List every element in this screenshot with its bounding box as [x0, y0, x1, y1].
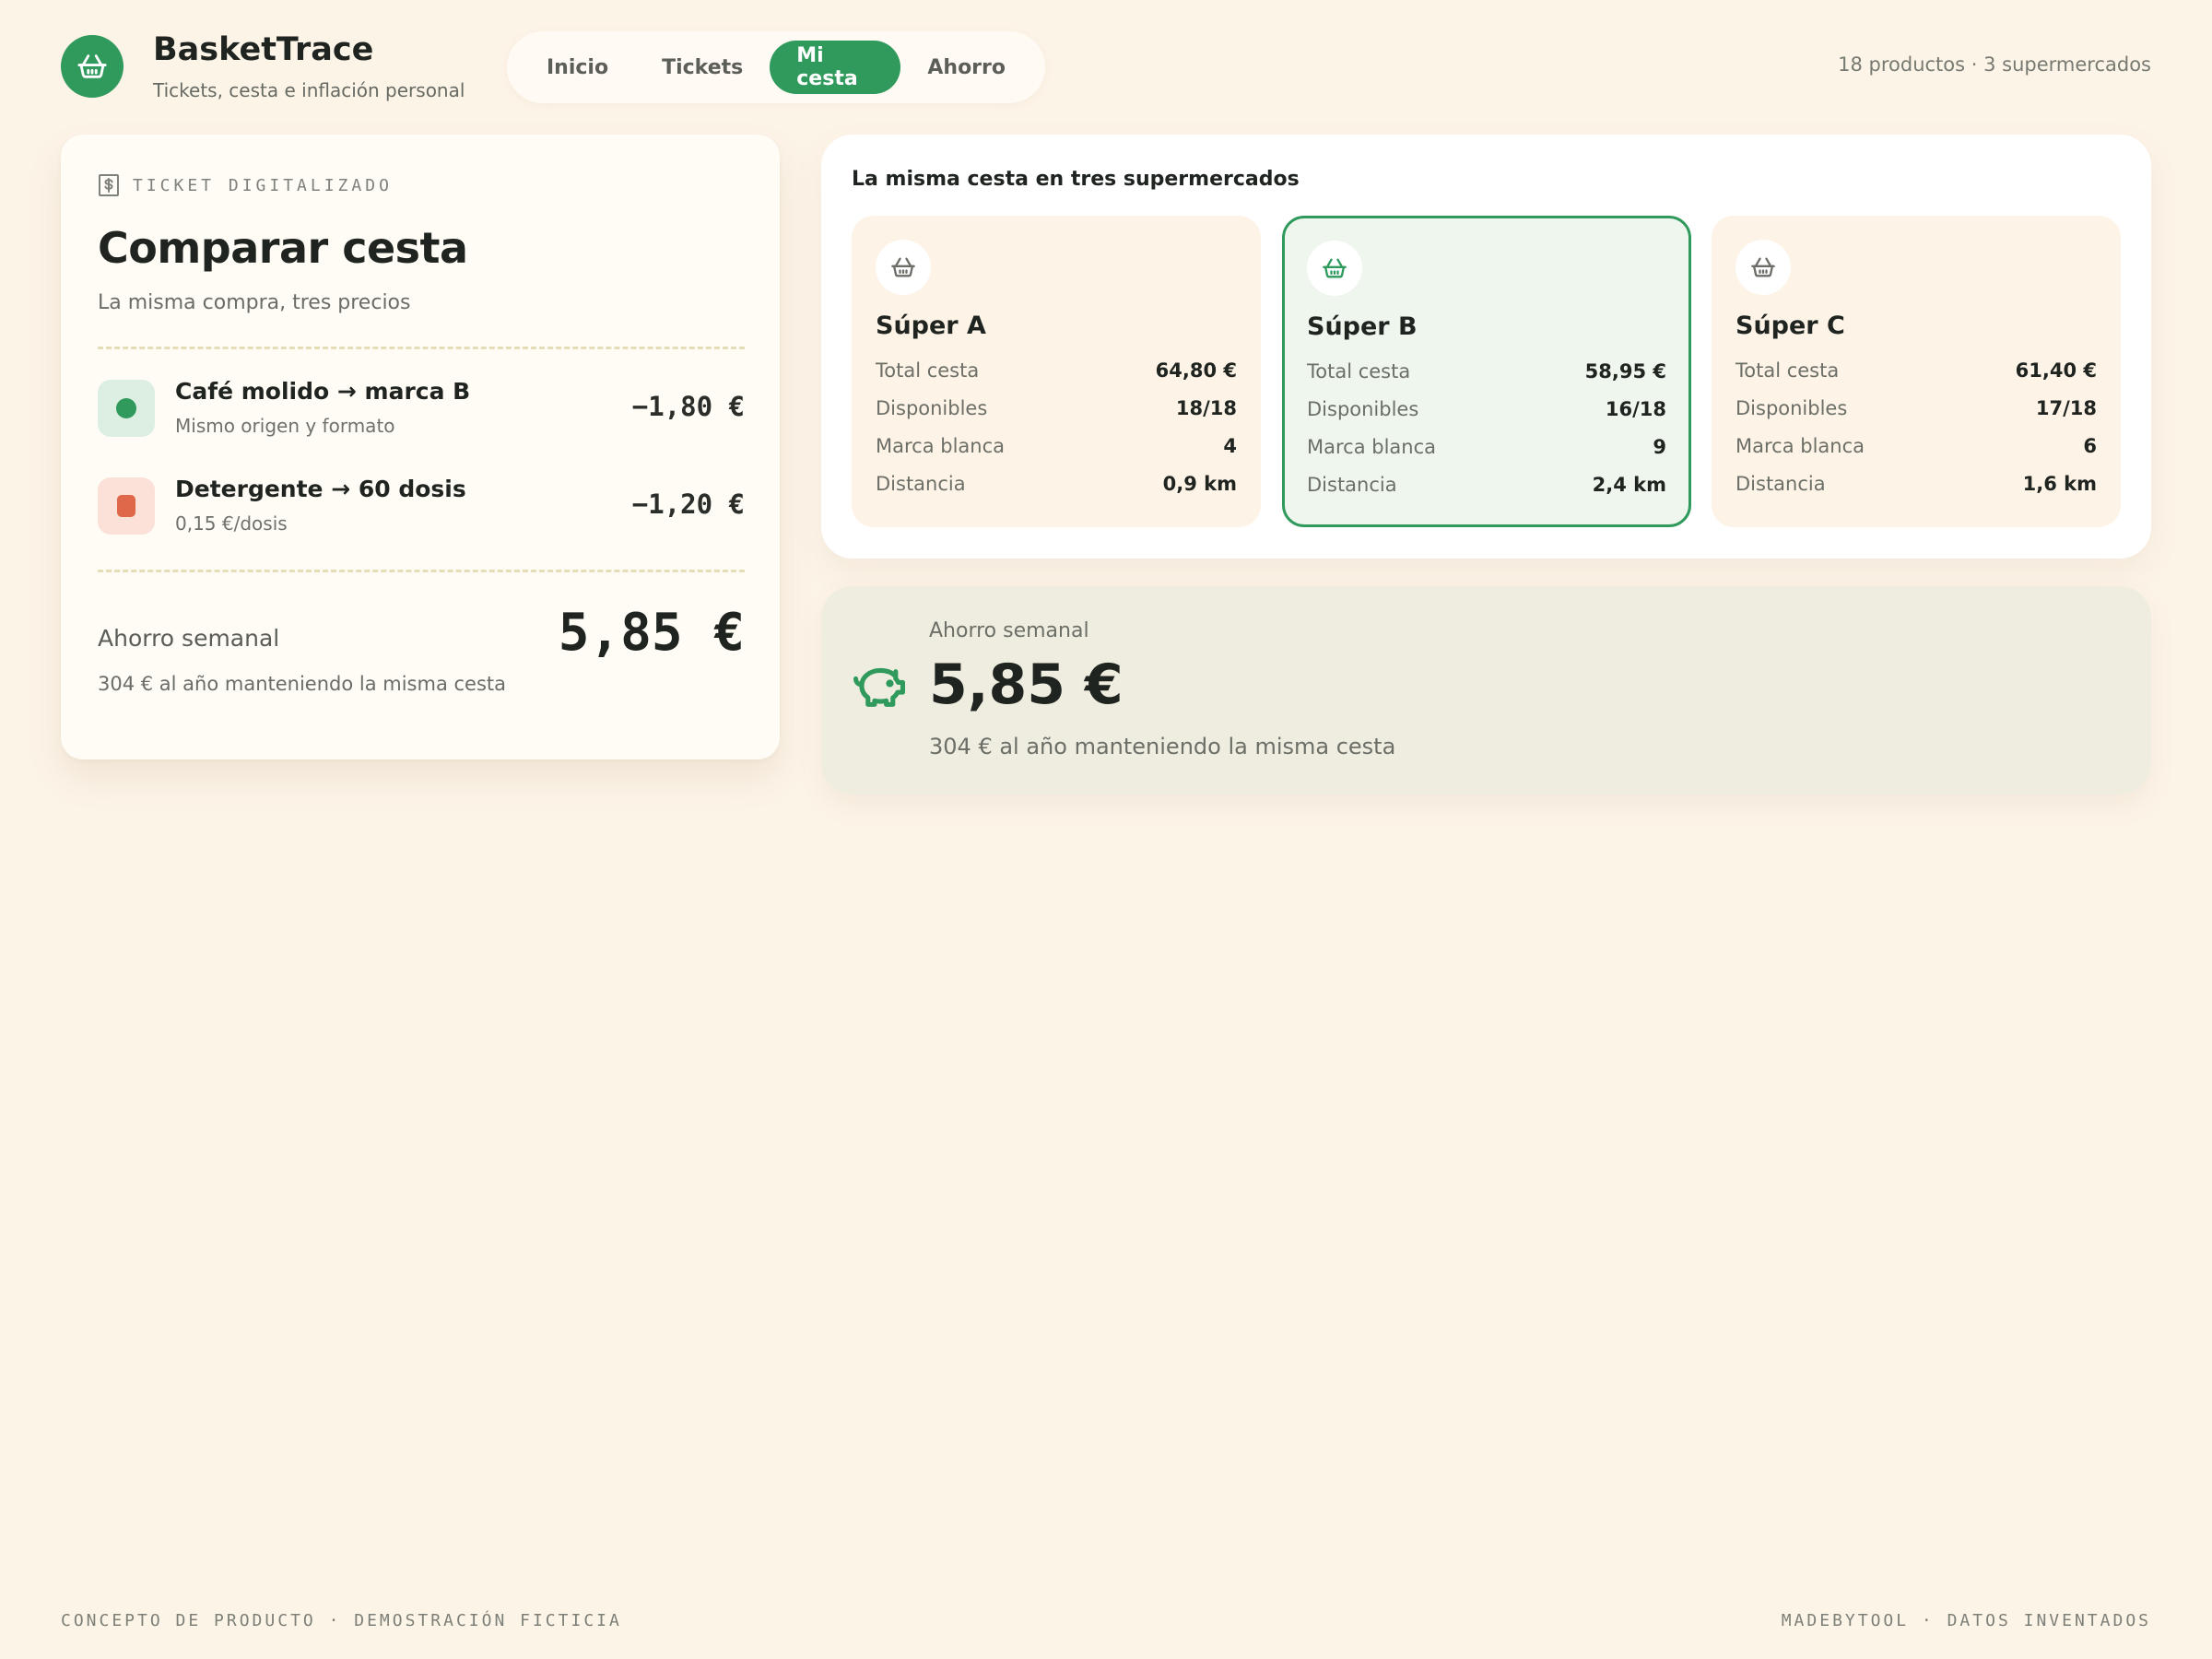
main-nav: Inicio Tickets Mi cesta Ahorro: [507, 31, 1045, 103]
stat-value: 2,4 km: [1592, 474, 1666, 496]
stat-label: Marca blanca: [1307, 436, 1437, 458]
store-stats: Total cesta 64,80 € Disponibles 18/18 Marc…: [876, 359, 1237, 511]
stat-label: Marca blanca: [1735, 435, 1865, 457]
store-card-super-c[interactable]: Súper C Total cesta 61,40 € Disponibles 17…: [1712, 216, 2121, 527]
stat-row: Disponibles 16/18: [1307, 398, 1666, 436]
stat-value: 6: [2083, 435, 2097, 457]
stat-value: 0,9 km: [1162, 473, 1237, 495]
stat-row: Marca blanca 6: [1735, 435, 2097, 473]
stat-row: Total cesta 61,40 €: [1735, 359, 2097, 397]
comparison-title: La misma cesta en tres supermercados: [852, 168, 1300, 191]
saving-icon-wrap: [851, 660, 908, 715]
swap-amount: −1,80 €: [631, 391, 745, 422]
app-logo[interactable]: [61, 35, 124, 98]
store-icon: [1735, 240, 1791, 295]
weekly-saving-value: 5,85 €: [558, 603, 745, 663]
stat-row: Marca blanca 4: [876, 435, 1237, 473]
stat-value: 18/18: [1175, 397, 1237, 419]
basket-summary: 18 productos · 3 supermercados: [1838, 53, 2151, 76]
stat-label: Total cesta: [1307, 360, 1411, 382]
store-icon: [1307, 241, 1362, 296]
stat-label: Disponibles: [1307, 398, 1419, 420]
swap-name: Café molido → marca B: [175, 378, 471, 405]
footer-disclaimer: CONCEPTO DE PRODUCTO · DEMOSTRACIÓN FICT…: [61, 1611, 622, 1630]
basket-icon: [77, 54, 107, 78]
stat-label: Distancia: [876, 473, 966, 495]
swap-amount: −1,20 €: [631, 488, 745, 520]
store-card-super-b[interactable]: Súper B Total cesta 58,95 € Disponibles 16…: [1282, 216, 1691, 527]
divider: [98, 570, 745, 572]
stat-value: 4: [1223, 435, 1237, 457]
stat-row: Disponibles 17/18: [1735, 397, 2097, 435]
basket-icon: [1751, 257, 1775, 277]
stat-value: 1,6 km: [2022, 473, 2097, 495]
app-header: BasketTrace Tickets, cesta e inflación p…: [61, 31, 2151, 103]
app-tagline: Tickets, cesta e inflación personal: [153, 79, 465, 101]
store-name: Súper A: [876, 312, 986, 340]
stat-value: 64,80 €: [1155, 359, 1237, 382]
saving-label: Ahorro semanal: [929, 619, 1089, 642]
basket-icon: [1323, 258, 1347, 278]
stat-row: Marca blanca 9: [1307, 436, 1666, 474]
store-icon: [876, 240, 931, 295]
stat-label: Total cesta: [876, 359, 980, 382]
store-name: Súper B: [1307, 312, 1418, 341]
ticket-card: TICKET DIGITALIZADO Comparar cesta La mi…: [61, 135, 780, 759]
store-comparison-panel: La misma cesta en tres supermercados Súp…: [821, 135, 2151, 559]
piggy-bank-icon: [853, 667, 905, 707]
ticket-subtitle: La misma compra, tres precios: [98, 291, 411, 314]
stat-value: 58,95 €: [1584, 360, 1666, 382]
swap-status-badge: [98, 477, 155, 535]
store-card-super-a[interactable]: Súper A Total cesta 64,80 € Disponibles 18…: [852, 216, 1261, 527]
stat-label: Marca blanca: [876, 435, 1006, 457]
stat-row: Distancia 1,6 km: [1735, 473, 2097, 511]
basket-icon: [891, 257, 915, 277]
stat-label: Distancia: [1307, 474, 1397, 496]
store-stats: Total cesta 61,40 € Disponibles 17/18 Marc…: [1735, 359, 2097, 511]
stat-value: 16/18: [1605, 398, 1666, 420]
swap-item[interactable]: Detergente → 60 dosis 0,15 €/dosis −1,20…: [98, 474, 745, 538]
stat-value: 9: [1653, 436, 1666, 458]
weekly-saving-panel: Ahorro semanal 5,85 € 304 € al año mante…: [821, 586, 2151, 794]
swap-note: Mismo origen y formato: [175, 415, 395, 437]
dollar-receipt-icon: [99, 174, 119, 196]
stat-row: Total cesta 58,95 €: [1307, 360, 1666, 398]
divider: [98, 347, 745, 349]
nav-tab-inicio[interactable]: Inicio: [520, 41, 635, 94]
stat-row: Distancia 0,9 km: [876, 473, 1237, 511]
nav-tab-ahorro[interactable]: Ahorro: [900, 41, 1032, 94]
swap-item[interactable]: Café molido → marca B Mismo origen y for…: [98, 376, 745, 441]
stat-row: Total cesta 64,80 €: [876, 359, 1237, 397]
store-name: Súper C: [1735, 312, 1845, 340]
app-name: BasketTrace: [153, 31, 374, 68]
ticket-kicker: TICKET DIGITALIZADO: [98, 173, 393, 197]
nav-tab-tickets[interactable]: Tickets: [635, 41, 770, 94]
yearly-saving-note: 304 € al año manteniendo la misma cesta: [98, 673, 507, 695]
swap-name: Detergente → 60 dosis: [175, 476, 466, 502]
store-stats: Total cesta 58,95 € Disponibles 16/18 Marc…: [1307, 360, 1666, 512]
weekly-saving-label: Ahorro semanal: [98, 625, 280, 652]
nav-tab-mi-cesta[interactable]: Mi cesta: [770, 41, 901, 94]
stat-value: 17/18: [2035, 397, 2097, 419]
ticket-title: Comparar cesta: [98, 223, 468, 273]
stat-label: Disponibles: [1735, 397, 1848, 419]
stat-row: Disponibles 18/18: [876, 397, 1237, 435]
stat-value: 61,40 €: [2015, 359, 2097, 382]
footer-credit: MADEBYTOOL · DATOS INVENTADOS: [1781, 1611, 2151, 1630]
swap-note: 0,15 €/dosis: [175, 512, 288, 535]
saving-value: 5,85 €: [929, 653, 1124, 717]
stat-row: Distancia 2,4 km: [1307, 474, 1666, 512]
saving-yearly-note: 304 € al año manteniendo la misma cesta: [929, 734, 1396, 759]
stat-label: Total cesta: [1735, 359, 1840, 382]
stat-label: Distancia: [1735, 473, 1826, 495]
stat-label: Disponibles: [876, 397, 988, 419]
swap-status-badge: [98, 380, 155, 437]
ticket-kicker-label: TICKET DIGITALIZADO: [133, 175, 393, 195]
